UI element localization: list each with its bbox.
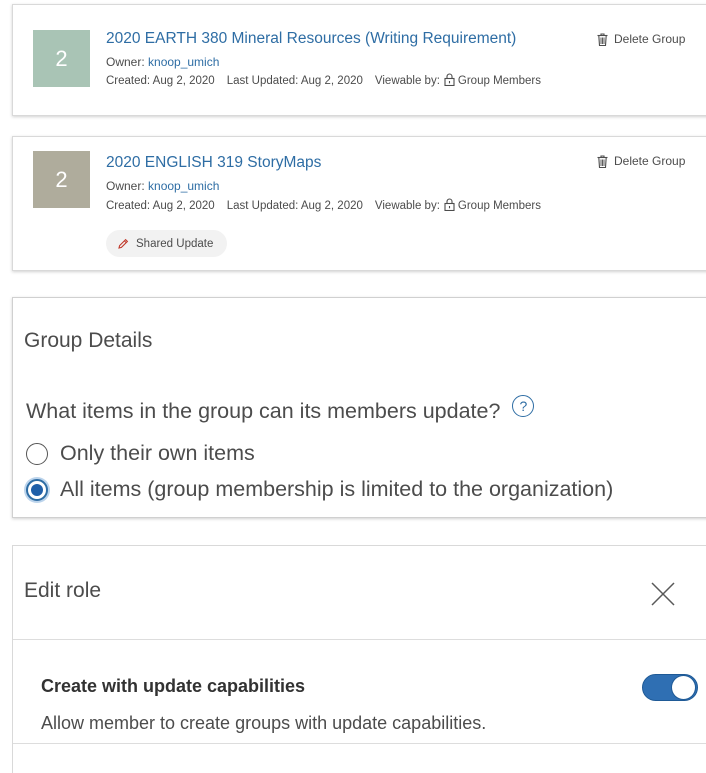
capability-title: Create with update capabilities [41, 676, 306, 696]
trash-icon [597, 32, 608, 46]
update-question: What items in the group can its members … [26, 394, 535, 424]
owner-link[interactable]: knoop_umich [148, 179, 219, 193]
updated-date: Last Updated: Aug 2, 2020 [226, 75, 363, 87]
shared-update-badge: Shared Update [106, 230, 228, 257]
thumbnail-label: 2 [55, 45, 68, 71]
close-icon[interactable] [649, 580, 677, 608]
viewable-prefix: Viewable by: [374, 200, 440, 212]
dialog-header: Edit role [13, 546, 706, 640]
radio-button-own-items[interactable] [26, 442, 48, 465]
thumbnail-label: 2 [55, 166, 68, 192]
radio-option-own-items[interactable]: Only their own items [26, 441, 255, 466]
group-owner: Owner: knoop_umich [106, 179, 219, 193]
radio-label-all-items: All items (group membership is limited t… [60, 477, 614, 501]
lock-icon [444, 198, 455, 211]
viewable-value: Group Members [457, 75, 541, 87]
help-icon[interactable]: ? [512, 394, 535, 417]
group-thumbnail[interactable]: 2 [33, 30, 90, 87]
group-details-title: Group Details [24, 329, 153, 352]
group-meta: Created: Aug 2, 2020 Last Updated: Aug 2,… [106, 73, 541, 87]
delete-group-label: Delete Group [614, 154, 686, 168]
pencil-icon [118, 238, 129, 249]
delete-group-button[interactable]: Delete Group [597, 154, 685, 168]
updated-date: Last Updated: Aug 2, 2020 [226, 200, 363, 212]
edit-role-dialog: Edit role Create with update capabilitie… [12, 545, 706, 773]
delete-group-label: Delete Group [614, 32, 686, 46]
group-thumbnail[interactable]: 2 [33, 151, 90, 208]
group-title-link[interactable]: 2020 ENGLISH 319 StoryMaps [106, 154, 321, 172]
viewable-value: Group Members [457, 200, 541, 212]
group-details-panel: Group Details What items in the group ca… [12, 297, 706, 518]
group-meta: Created: Aug 2, 2020 Last Updated: Aug 2,… [106, 198, 541, 212]
radio-button-all-items[interactable] [26, 478, 48, 501]
update-capabilities-toggle[interactable] [642, 674, 698, 701]
owner-prefix: Owner: [106, 179, 149, 193]
group-card: 2 2020 EARTH 380 Mineral Resources (Writ… [12, 4, 706, 116]
created-date: Created: Aug 2, 2020 [106, 200, 215, 212]
owner-prefix: Owner: [106, 55, 149, 69]
group-owner: Owner: knoop_umich [106, 55, 219, 69]
dialog-title: Edit role [24, 579, 102, 602]
help-symbol: ? [519, 397, 528, 414]
trash-icon [597, 154, 608, 168]
viewable-prefix: Viewable by: [374, 75, 440, 87]
radio-option-all-items[interactable]: All items (group membership is limited t… [26, 477, 613, 502]
group-card: 2 2020 ENGLISH 319 StoryMaps Owner: knoo… [12, 136, 706, 271]
badge-label: Shared Update [136, 237, 214, 250]
capability-row: Create with update capabilities Allow me… [13, 641, 706, 744]
toggle-knob [672, 676, 695, 699]
question-text: What items in the group can its members … [26, 399, 501, 423]
owner-link[interactable]: knoop_umich [148, 55, 219, 69]
group-title-link[interactable]: 2020 EARTH 380 Mineral Resources (Writin… [106, 30, 516, 48]
created-date: Created: Aug 2, 2020 [106, 75, 215, 87]
delete-group-button[interactable]: Delete Group [597, 32, 685, 46]
radio-label-own-items: Only their own items [60, 441, 255, 465]
capability-description: Allow member to create groups with updat… [41, 713, 487, 733]
lock-icon [444, 73, 455, 86]
